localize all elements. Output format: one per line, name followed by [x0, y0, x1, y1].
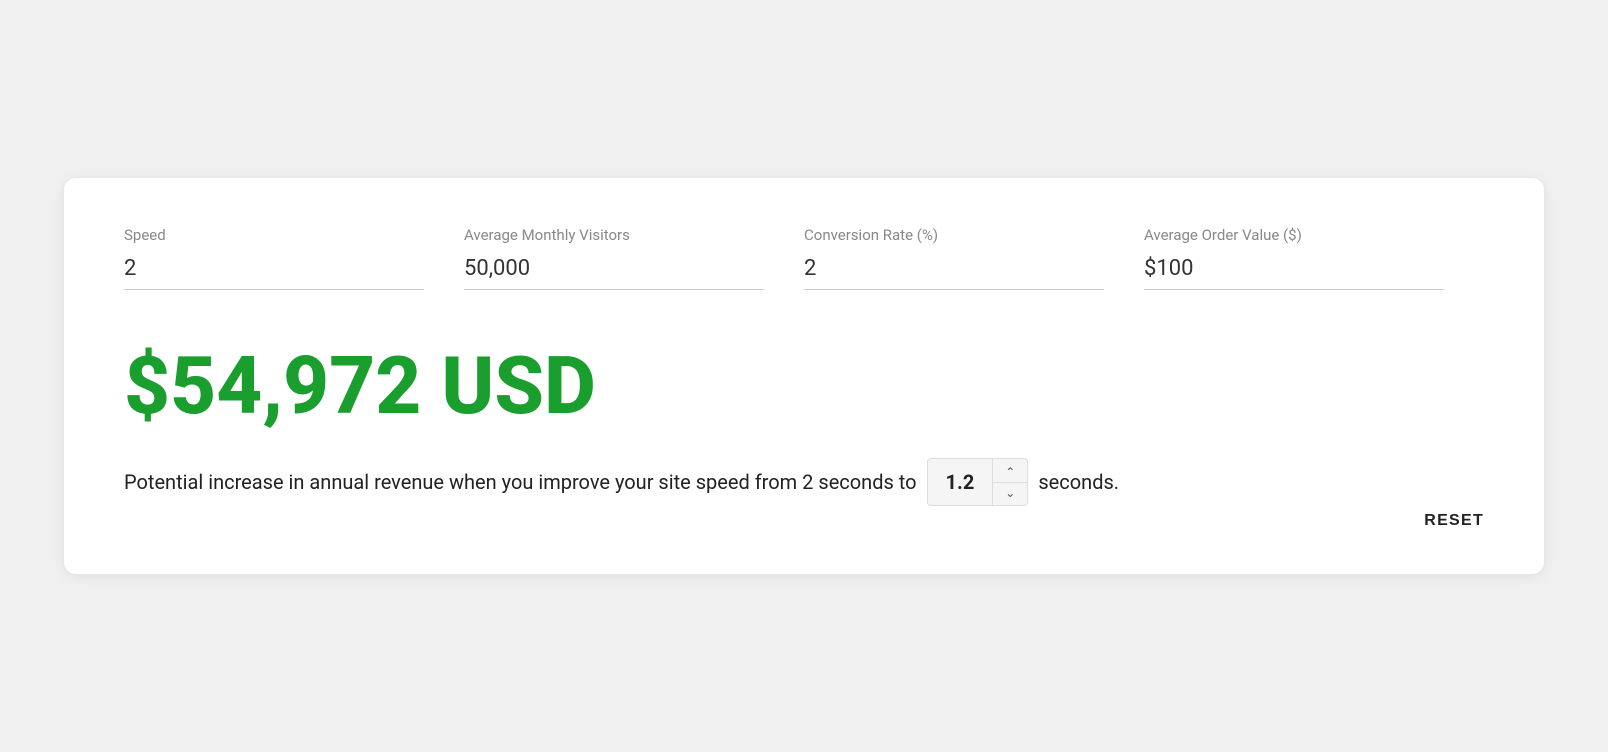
order-value-label: Average Order Value ($)	[1144, 226, 1444, 244]
input-group-conversion-rate: Conversion Rate (%)	[804, 226, 1144, 290]
speed-input[interactable]	[124, 250, 424, 290]
reset-button[interactable]: RESET	[1424, 504, 1484, 538]
stepper-value: 1.2	[928, 459, 994, 505]
calculator-card: Speed Average Monthly Visitors Conversio…	[64, 178, 1544, 574]
input-group-speed: Speed	[124, 226, 464, 290]
order-value-input[interactable]	[1144, 250, 1444, 290]
result-description: Potential increase in annual revenue whe…	[124, 458, 1484, 506]
monthly-visitors-label: Average Monthly Visitors	[464, 226, 764, 244]
stepper-up-button[interactable]: ⌃	[993, 462, 1027, 483]
stepper-down-button[interactable]: ⌄	[993, 483, 1027, 503]
description-after-text: seconds.	[1038, 467, 1119, 497]
speed-stepper[interactable]: 1.2 ⌃ ⌄	[927, 458, 1029, 506]
inputs-row: Speed Average Monthly Visitors Conversio…	[124, 226, 1484, 290]
stepper-buttons: ⌃ ⌄	[993, 462, 1027, 503]
input-group-monthly-visitors: Average Monthly Visitors	[464, 226, 804, 290]
input-group-order-value: Average Order Value ($)	[1144, 226, 1484, 290]
speed-label: Speed	[124, 226, 424, 244]
description-before-text: Potential increase in annual revenue whe…	[124, 467, 917, 497]
conversion-rate-input[interactable]	[804, 250, 1104, 290]
result-amount: $54,972 USD	[124, 346, 1484, 426]
conversion-rate-label: Conversion Rate (%)	[804, 226, 1104, 244]
monthly-visitors-input[interactable]	[464, 250, 764, 290]
